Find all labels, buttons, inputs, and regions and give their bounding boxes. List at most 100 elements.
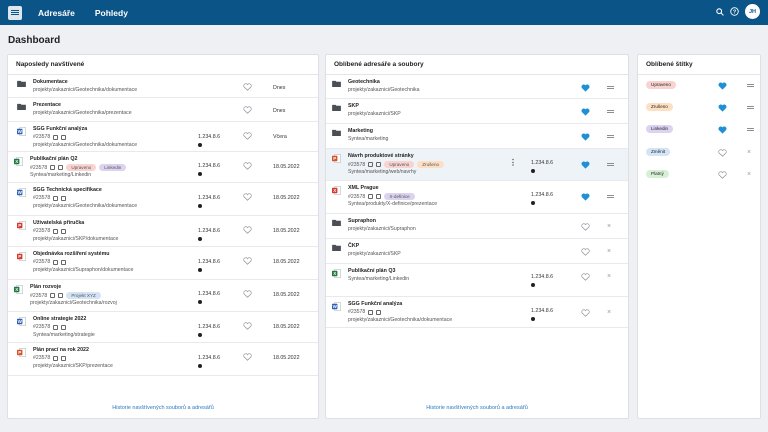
heart-icon[interactable]: [243, 106, 252, 116]
heart-icon[interactable]: [581, 273, 590, 283]
heart-icon[interactable]: [718, 82, 727, 92]
recent-row[interactable]: X Publikační plán Q2 #23578 Upraveno Linkedi…: [8, 152, 318, 183]
heart-icon[interactable]: [718, 171, 727, 181]
file-name[interactable]: Návrh produktové stránky: [348, 153, 414, 159]
remove-icon[interactable]: ×: [747, 171, 751, 178]
heart-icon[interactable]: [581, 248, 590, 258]
file-name[interactable]: Objednávka rozšíření systému: [33, 251, 110, 257]
file-path[interactable]: Syntea/marketing/Linkedin: [348, 276, 409, 282]
remove-icon[interactable]: ×: [747, 149, 751, 156]
tag-badge[interactable]: Zrušeno: [417, 161, 445, 168]
recent-row[interactable]: Prezentace projekty/zakaznici/Geotechnika…: [8, 98, 318, 122]
file-name[interactable]: Publikační plán Q2: [30, 156, 77, 162]
file-path[interactable]: Syntea/marketing/web/navrhy: [348, 169, 416, 175]
heart-icon[interactable]: [718, 104, 727, 114]
help-icon[interactable]: ?: [730, 7, 739, 16]
file-name[interactable]: Uživatelská příručka: [33, 220, 84, 226]
file-name[interactable]: SKP: [348, 103, 359, 109]
recent-row[interactable]: P Uživatelská příručka #23578 projekty/zaka…: [8, 216, 318, 247]
drag-handle-icon[interactable]: [607, 195, 614, 200]
label-badge[interactable]: Zrušeno: [646, 103, 673, 111]
recent-row[interactable]: W Online strategie 2022 #23578 Syntea/marke…: [8, 312, 318, 343]
heart-icon[interactable]: [243, 83, 252, 93]
file-name[interactable]: XML Prague: [348, 185, 379, 191]
drag-handle-icon[interactable]: [607, 110, 614, 115]
file-path[interactable]: projekty/zakaznici/Geotechnika/dokumenta…: [348, 317, 452, 323]
heart-icon[interactable]: [243, 257, 252, 267]
favorite-row[interactable]: X Publikační plán Q3 Syntea/marketing/Link…: [326, 264, 628, 297]
remove-icon[interactable]: ×: [607, 309, 611, 316]
file-path[interactable]: projekty/zakaznici/Geotechnika: [348, 87, 420, 93]
label-badge[interactable]: Linkedin: [646, 125, 674, 133]
heart-icon[interactable]: [243, 193, 252, 203]
remove-icon[interactable]: ×: [607, 248, 611, 255]
recent-row[interactable]: P Plán prací na rok 2022 #23578 projekty/za…: [8, 343, 318, 376]
favorite-row[interactable]: SKP projekty/zakaznici/SKP: [326, 99, 628, 124]
tag-badge[interactable]: X-definice: [384, 193, 415, 200]
drag-handle-icon[interactable]: [747, 106, 754, 111]
file-path[interactable]: projekty/zakaznici/Geotechnika/prezentac…: [33, 110, 132, 116]
heart-icon[interactable]: [243, 132, 252, 142]
heart-icon[interactable]: [581, 161, 590, 171]
recent-history-link[interactable]: Historie navštívených souborů a adresářů: [8, 405, 318, 411]
file-path[interactable]: projekty/zakaznici/Supraphon: [348, 226, 416, 232]
tag-badge[interactable]: Projekt XYZ: [66, 292, 101, 299]
heart-icon[interactable]: [581, 108, 590, 118]
label-row[interactable]: Linkedin: [638, 119, 760, 141]
file-name[interactable]: ČKP: [348, 243, 359, 249]
favorite-row[interactable]: W SGG Funkční analýza #23578 projekty/zakaz…: [326, 297, 628, 328]
file-path[interactable]: projekty/zakaznici/SKP: [348, 251, 401, 257]
label-row[interactable]: Platný ×: [638, 164, 760, 186]
label-row[interactable]: Zrušeno: [638, 97, 760, 119]
nav-item-pohledy[interactable]: Pohledy: [95, 8, 128, 18]
remove-icon[interactable]: ×: [607, 273, 611, 280]
file-name[interactable]: Dokumentace: [33, 79, 68, 85]
file-path[interactable]: Syntea/marketing/Linkedin: [30, 172, 91, 178]
file-path[interactable]: projekty/zakaznici/SKP: [348, 111, 401, 117]
file-name[interactable]: Plán rozvoje: [30, 284, 61, 290]
file-name[interactable]: Marketing: [348, 128, 373, 134]
tag-badge[interactable]: Upraveno: [384, 161, 415, 168]
file-name[interactable]: Geotechnika: [348, 79, 380, 85]
search-icon[interactable]: [716, 7, 724, 16]
heart-icon[interactable]: [243, 162, 252, 172]
remove-icon[interactable]: ×: [607, 223, 611, 230]
recent-row[interactable]: P Objednávka rozšíření systému #23578 proje…: [8, 247, 318, 280]
heart-icon[interactable]: [581, 223, 590, 233]
file-path[interactable]: projekty/zakaznici/Geotechnika/dokumenta…: [33, 142, 137, 148]
heart-icon[interactable]: [581, 84, 590, 94]
app-logo[interactable]: [8, 5, 22, 20]
file-path[interactable]: projekty/zakaznici/Geotechnika/rozvoj: [30, 300, 117, 306]
label-row[interactable]: Upraveno: [638, 75, 760, 97]
label-badge[interactable]: Platný: [646, 170, 669, 178]
file-path[interactable]: Syntea/marketing/strategie: [33, 332, 95, 338]
favorite-row[interactable]: P Návrh produktové stránky #23578 Upraveno Z…: [326, 149, 628, 181]
file-name[interactable]: Publikační plán Q3: [348, 268, 395, 274]
tag-badge[interactable]: Linkedin: [99, 164, 127, 171]
heart-icon[interactable]: [718, 126, 727, 136]
drag-handle-icon[interactable]: [607, 86, 614, 91]
heart-icon[interactable]: [243, 353, 252, 363]
file-path[interactable]: projekty/zakaznici/Geotechnika/dokumenta…: [33, 203, 137, 209]
nav-item-adresare[interactable]: Adresáře: [38, 8, 75, 18]
file-name[interactable]: SGG Technická specifikace: [33, 187, 102, 193]
file-name[interactable]: Supraphon: [348, 218, 376, 224]
favorite-row[interactable]: Supraphon projekty/zakaznici/Supraphon ×: [326, 214, 628, 239]
recent-row[interactable]: Dokumentace projekty/zakaznici/Geotechnik…: [8, 75, 318, 98]
heart-icon[interactable]: [581, 309, 590, 319]
file-name[interactable]: Prezentace: [33, 102, 61, 108]
recent-row[interactable]: X Plán rozvoje #23578 Projekt XYZ projekty/z…: [8, 280, 318, 312]
heart-icon[interactable]: [243, 290, 252, 300]
user-avatar[interactable]: JH: [745, 4, 760, 19]
file-path[interactable]: projekty/zakaznici/Supraphon/dokumentace: [33, 267, 133, 273]
heart-icon[interactable]: [243, 322, 252, 332]
recent-row[interactable]: W SGG Funkční analýza #23578 projekty/zakaz…: [8, 122, 318, 152]
file-path[interactable]: projekty/zakaznici/SKP/prezentace: [33, 363, 113, 369]
heart-icon[interactable]: [243, 226, 252, 236]
file-path[interactable]: Syntea/produkty/X-definice/prezentace: [348, 201, 437, 207]
favorite-row[interactable]: ČKP projekty/zakaznici/SKP ×: [326, 239, 628, 264]
favorite-row[interactable]: X XML Prague #23578 X-definice Syntea/produk…: [326, 181, 628, 214]
drag-handle-icon[interactable]: [747, 84, 754, 89]
file-name[interactable]: SGG Funkční analýza: [33, 126, 87, 132]
file-name[interactable]: Plán prací na rok 2022: [33, 347, 89, 353]
